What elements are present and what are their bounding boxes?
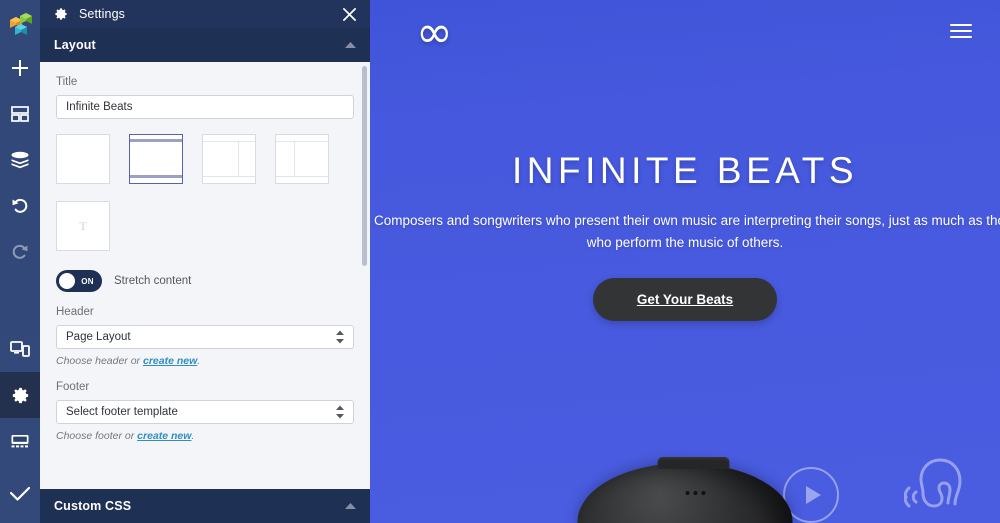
- layout-thumb-blank[interactable]: [56, 134, 110, 184]
- editor-window: Settings Layout Title Infinite Beats T O…: [0, 0, 1000, 523]
- hero-heading: INFINITE BEATS: [511, 150, 858, 191]
- get-your-beats-button[interactable]: Get Your Beats: [592, 278, 778, 321]
- header-create-new-link[interactable]: create new: [143, 355, 197, 367]
- play-triangle: [805, 486, 821, 504]
- add-icon: [12, 60, 28, 77]
- sidebar-item-add[interactable]: [0, 45, 40, 91]
- sidebar-item-publish[interactable]: [0, 464, 40, 523]
- layout-section-body: Title Infinite Beats T ON Stretch conten…: [40, 62, 370, 489]
- ear-listening-icon: [902, 452, 978, 523]
- header-helper-text: Choose header or create new.: [56, 355, 354, 367]
- sidebar-item-redo[interactable]: [0, 229, 40, 275]
- led-dot: [685, 491, 690, 495]
- section-header-layout[interactable]: Layout: [40, 28, 370, 62]
- burger-line: [950, 24, 972, 26]
- thumb-text-glyph: T: [79, 218, 87, 233]
- layout-thumb-header-footer[interactable]: [129, 134, 183, 184]
- section-title-custom-css: Custom CSS: [54, 499, 132, 513]
- cube-logo[interactable]: [0, 0, 40, 45]
- burger-line: [950, 30, 972, 32]
- footer-helper-prefix: Choose footer or: [56, 430, 138, 442]
- layout-thumbnails: T: [56, 134, 354, 268]
- chevron-up-icon: [345, 38, 356, 52]
- thumb-footer-bar: [130, 175, 182, 178]
- check-icon: [9, 486, 31, 501]
- infinity-logo[interactable]: ∞: [416, 11, 453, 55]
- section-header-custom-css[interactable]: Custom CSS: [40, 489, 370, 523]
- layout-thumb-right-sidebar[interactable]: [202, 134, 256, 184]
- layers-icon: [11, 152, 29, 169]
- hero-paragraph-line1: Composers and songwriters who present th…: [374, 213, 1000, 228]
- header-template-select[interactable]: Page Layout: [56, 325, 354, 349]
- case-led-dots: [685, 491, 706, 495]
- stretch-content-toggle[interactable]: ON: [56, 270, 102, 292]
- header-helper-suffix: .: [197, 355, 201, 367]
- thumb-line-top: [203, 141, 255, 142]
- sidebar-item-undo[interactable]: [0, 183, 40, 229]
- burger-line: [950, 36, 972, 38]
- stepper-arrows-icon: [336, 405, 344, 419]
- responsive-icon: [10, 341, 30, 358]
- sidebar-item-layers[interactable]: [0, 137, 40, 183]
- redo-icon: [12, 245, 28, 260]
- header-field-label: Header: [56, 306, 94, 318]
- footer-helper-text: Choose footer or create new.: [56, 430, 354, 442]
- footer-create-new-link[interactable]: create new: [137, 430, 191, 442]
- section-title-layout: Layout: [54, 38, 96, 52]
- footer-template-value: Select footer template: [66, 406, 178, 418]
- gear-icon: [12, 387, 28, 403]
- settings-panel-header: Settings: [40, 0, 370, 28]
- layout-thumb-text[interactable]: T: [56, 201, 110, 251]
- footer-template-select[interactable]: Select footer template: [56, 400, 354, 424]
- close-icon[interactable]: [339, 4, 359, 24]
- toggle-knob: [59, 273, 75, 289]
- case-hinge: [657, 457, 730, 469]
- stepper-arrows-icon: [336, 330, 344, 344]
- preview-navbar: ∞: [370, 0, 1000, 62]
- header-helper-prefix: Choose header or: [56, 355, 143, 367]
- stretch-content-label: Stretch content: [114, 275, 192, 287]
- hero-section: INFINITE BEATS Composers and songwriters…: [370, 150, 1000, 321]
- undo-icon: [12, 199, 28, 214]
- footer-field-label: Footer: [56, 381, 90, 393]
- thumb-line-bottom: [276, 176, 328, 177]
- stretch-content-row: ON Stretch content: [56, 270, 354, 292]
- footer-helper-suffix: .: [191, 430, 195, 442]
- hero-paragraph: Composers and songwriters who present th…: [370, 210, 1000, 254]
- thumb-header-bar: [130, 139, 182, 142]
- thumb-line-top: [276, 141, 328, 142]
- sidebar-item-responsive[interactable]: [0, 326, 40, 372]
- footer-field-group: Footer Select footer template Choose foo…: [56, 381, 354, 442]
- led-dot: [701, 491, 706, 495]
- header-template-value: Page Layout: [66, 331, 131, 343]
- thumb-line-split: [238, 141, 239, 177]
- title-field-label: Title: [56, 76, 78, 88]
- layout-thumb-left-sidebar[interactable]: [275, 134, 329, 184]
- thumb-line-bottom: [203, 176, 255, 177]
- toggle-state-label: ON: [81, 276, 94, 286]
- header-field-group: Header Page Layout Choose header or crea…: [56, 306, 354, 367]
- hero-paragraph-line2: who perform the music of others.: [586, 235, 784, 250]
- title-input[interactable]: Infinite Beats: [56, 95, 354, 119]
- settings-panel-title: Settings: [79, 7, 125, 21]
- sidebar-item-blocks[interactable]: [0, 91, 40, 137]
- page-preview: ∞ INFINITE BEATS Composers and songwrite…: [370, 0, 1000, 523]
- panel-scrollbar[interactable]: [362, 66, 367, 266]
- preview-icon: [11, 435, 29, 448]
- sidebar-item-settings[interactable]: [0, 372, 40, 419]
- headphones-case-image: [577, 443, 793, 523]
- chevron-up-icon: [345, 499, 356, 513]
- settings-panel: Settings Layout Title Infinite Beats T O…: [40, 0, 370, 523]
- blocks-icon: [11, 106, 29, 123]
- sidebar-item-preview[interactable]: [0, 418, 40, 464]
- gear-icon: [54, 7, 68, 21]
- thumb-line-split: [294, 141, 295, 177]
- led-dot: [693, 491, 698, 495]
- left-toolbar: [0, 0, 40, 523]
- hamburger-menu-icon[interactable]: [950, 24, 972, 38]
